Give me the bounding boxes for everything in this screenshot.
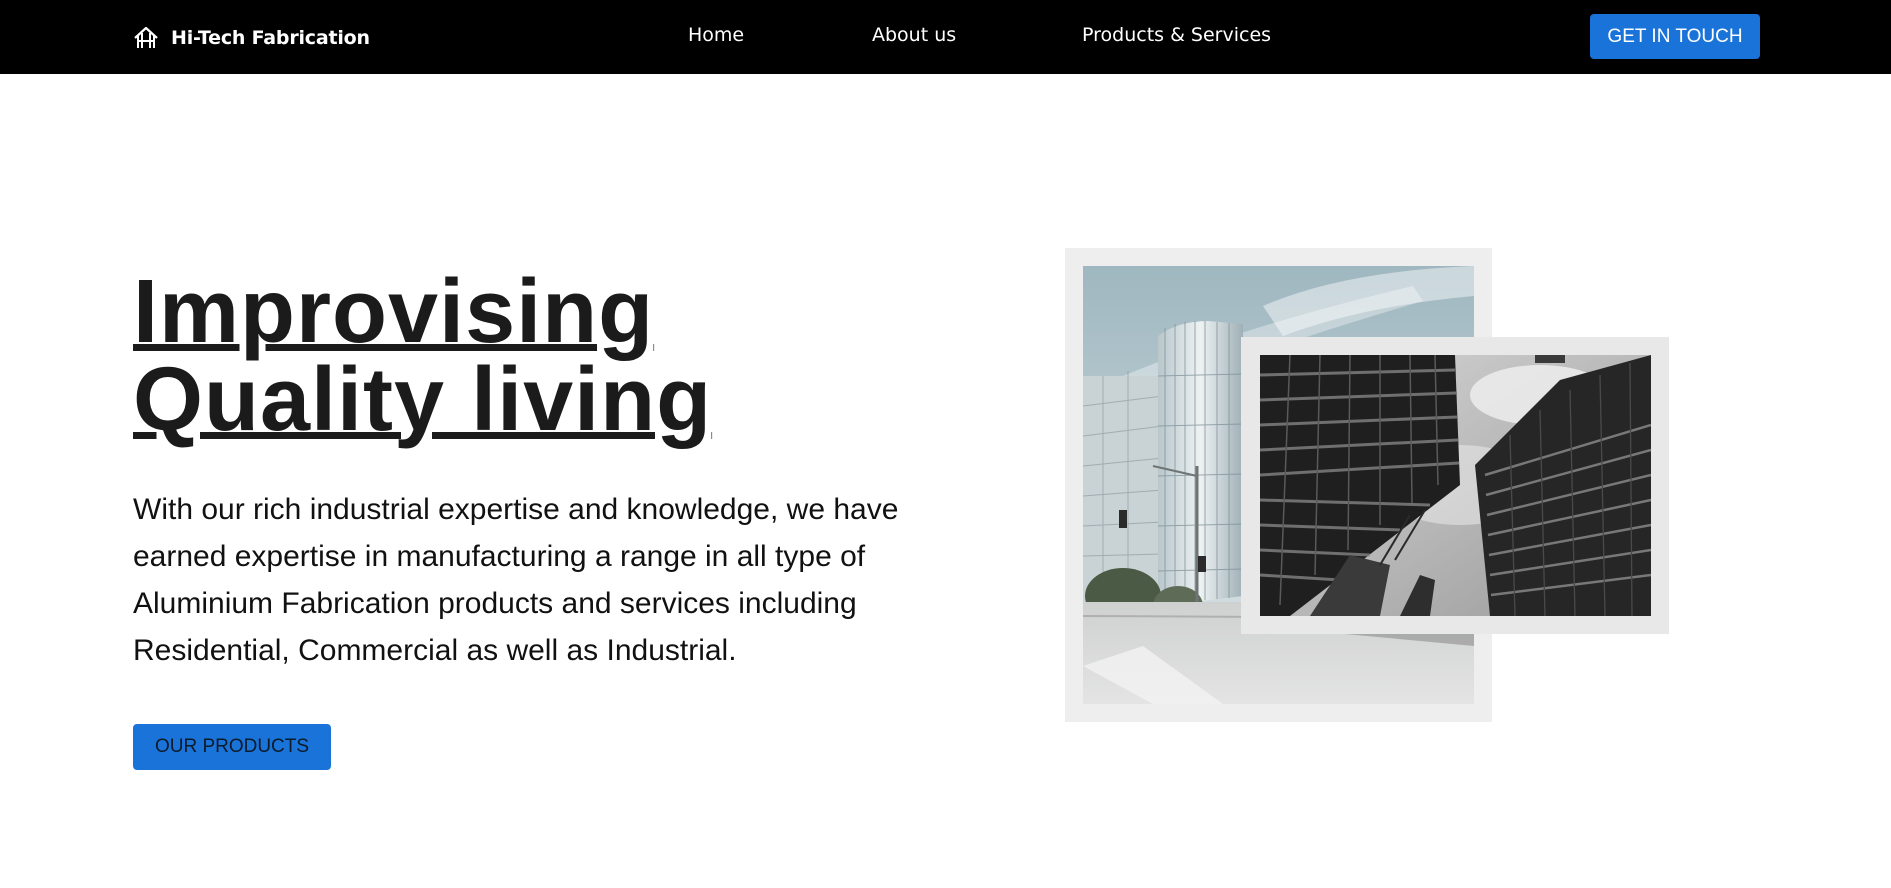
hero-title-line-2: Quality living: [133, 350, 713, 450]
brand-name: Hi-Tech Fabrication: [171, 27, 370, 49]
nav-link-home[interactable]: Home: [688, 24, 744, 46]
hero-title: Improvising Quality living: [133, 262, 833, 450]
skyscrapers-photo: [1260, 355, 1651, 616]
image-frame-front: [1241, 337, 1669, 634]
hero-description: With our rich industrial expertise and k…: [133, 493, 899, 667]
brand-logo[interactable]: Hi-Tech Fabrication: [133, 24, 370, 52]
get-in-touch-button[interactable]: GET IN TOUCH: [1590, 14, 1760, 59]
our-products-button[interactable]: OUR PRODUCTS: [133, 724, 331, 770]
house-logo-icon: [134, 26, 158, 48]
hero-title-line-1: Improvising: [133, 262, 655, 362]
nav-link-about-us[interactable]: About us: [872, 24, 956, 46]
nav-link-products-services[interactable]: Products & Services: [1082, 24, 1271, 46]
navbar: Hi-Tech Fabrication Home About us Produc…: [0, 0, 1891, 74]
